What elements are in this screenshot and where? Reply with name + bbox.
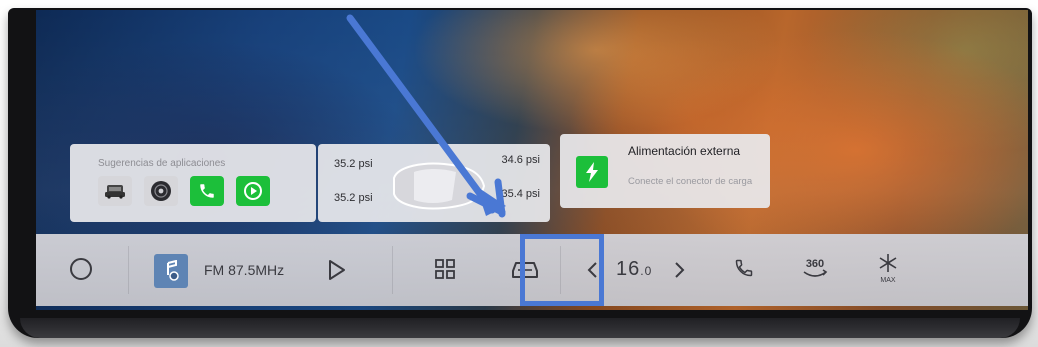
- defrost-max-label: MAX: [880, 277, 896, 284]
- music-note-icon: [167, 260, 179, 281]
- circle-icon: [70, 258, 92, 280]
- tire-front-left: 35.2 psi: [334, 158, 373, 170]
- tire-rear-right: 35.4 psi: [501, 188, 540, 200]
- app-suggestions-list: [98, 176, 270, 206]
- lightning-icon: [576, 156, 608, 188]
- tire-pressure-card[interactable]: 35.2 psi 34.6 psi 35.2 psi 35.4 psi: [318, 144, 550, 222]
- camera-360-label: 360: [806, 258, 824, 270]
- external-power-card[interactable]: Alimentación externa Conecte el conector…: [560, 134, 770, 208]
- grid-icon: [435, 259, 455, 279]
- play-button[interactable]: [324, 256, 350, 284]
- dock-divider: [392, 246, 393, 294]
- external-power-title: Alimentación externa: [628, 144, 741, 158]
- app-suggestions-title: Sugerencias de aplicaciones: [98, 158, 226, 169]
- bezel-bottom-edge: [20, 318, 1020, 338]
- radio-icon[interactable]: [144, 176, 178, 206]
- app-suggestions-card: Sugerencias de aplicaciones: [70, 144, 316, 222]
- temperature-up-button[interactable]: [670, 258, 690, 282]
- phone-button[interactable]: [732, 256, 756, 280]
- radio-album-art[interactable]: [154, 254, 188, 288]
- car-icon[interactable]: [98, 176, 132, 206]
- dock-divider: [128, 246, 129, 294]
- home-button[interactable]: [66, 254, 96, 284]
- tutorial-highlight-box: [520, 234, 604, 306]
- external-power-subtitle: Conecte el conector de carga: [628, 176, 753, 187]
- phone-icon[interactable]: [190, 176, 224, 206]
- tire-front-right: 34.6 psi: [501, 154, 540, 166]
- apps-grid-button[interactable]: [432, 256, 458, 282]
- chevron-right-icon: [675, 262, 685, 278]
- car-top-view-icon: [393, 162, 486, 210]
- temperature-decimal: .0: [640, 264, 653, 278]
- tire-rear-left: 35.2 psi: [334, 192, 373, 204]
- camera-360-icon: 360: [803, 258, 828, 277]
- phone-icon: [735, 259, 753, 277]
- defrost-max-button[interactable]: MAX: [874, 252, 902, 286]
- camera-360-button[interactable]: 360: [798, 252, 832, 286]
- carplay-icon[interactable]: [236, 176, 270, 206]
- infotainment-screen: Sugerencias de aplicaciones 35.2 psi 34.…: [36, 10, 1028, 310]
- temperature-whole: 16: [616, 258, 641, 280]
- temperature-display: 16.0: [616, 258, 652, 281]
- radio-station-label[interactable]: FM 87.5MHz: [204, 262, 284, 278]
- snowflake-icon: MAX: [879, 254, 897, 284]
- play-icon: [329, 260, 345, 280]
